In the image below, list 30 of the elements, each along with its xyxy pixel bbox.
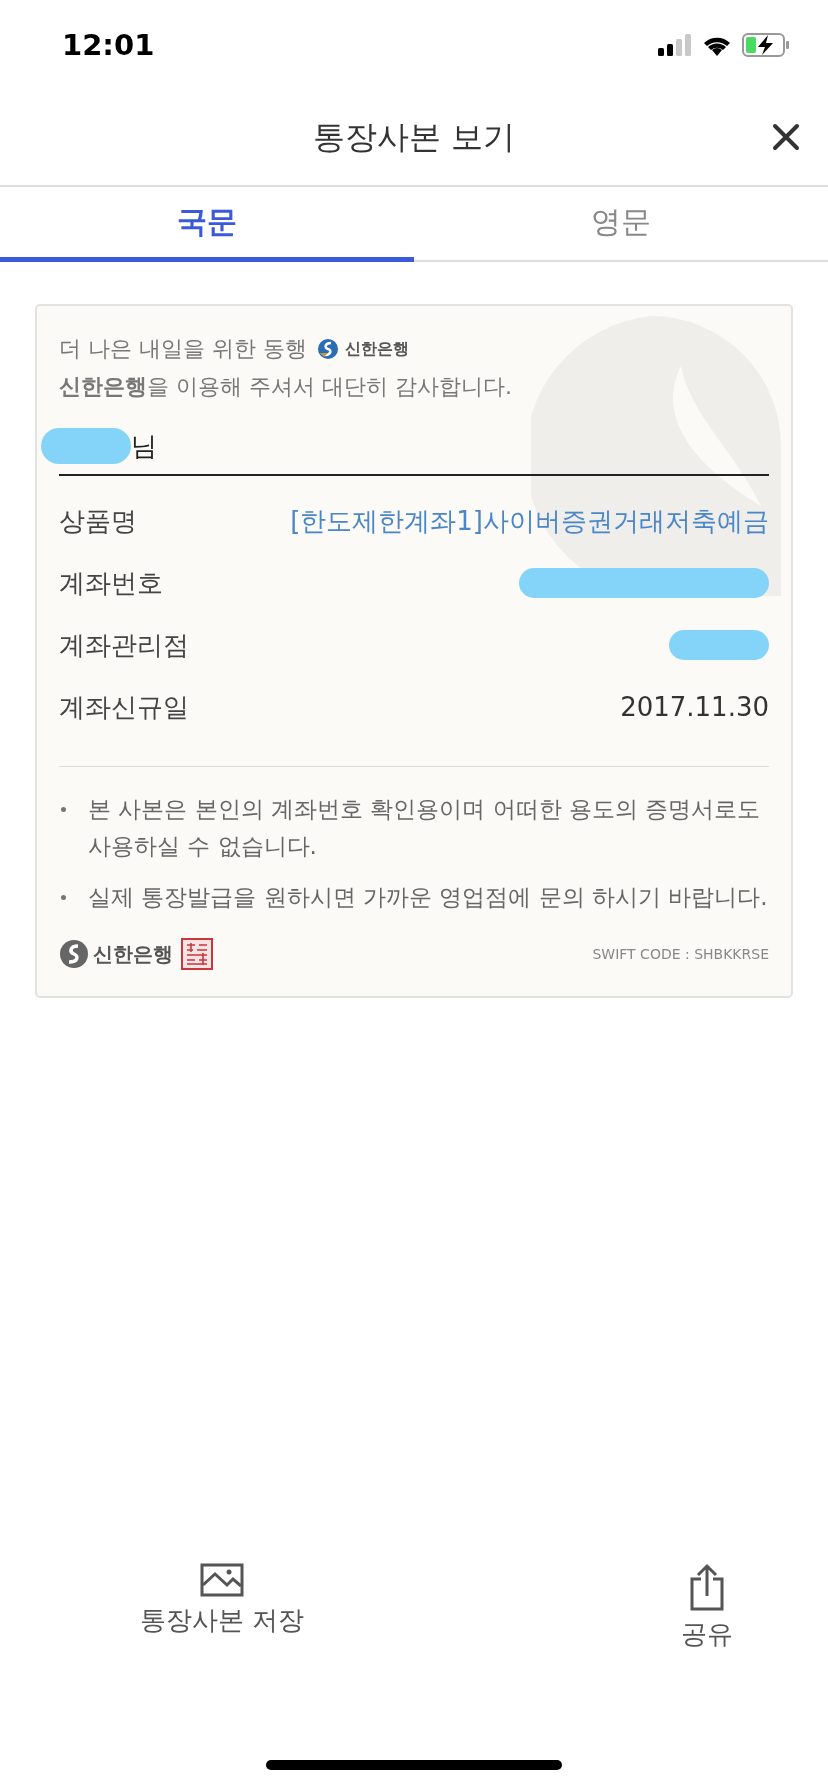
battery-icon (742, 33, 790, 57)
bank-logo-text: 신한은행 (345, 338, 409, 360)
field-value: 2017.11.30 (620, 692, 769, 722)
field-label: 상품명 (59, 504, 137, 538)
greeting-text: 신한은행을 이용해 주셔서 대단히 감사합니다. (59, 373, 513, 401)
product-name: [한도제한계좌1]사이버증권거래저축예금 (290, 504, 769, 538)
notice-text: 실제 통장발급을 원하시면 가까운 영업점에 문의 하시기 바랍니다. (88, 883, 768, 912)
status-time: 12:01 (62, 28, 155, 62)
seal-stamp-icon (181, 938, 213, 970)
bank-logo-text: 신한은행 (93, 940, 173, 968)
field-label: 계좌신규일 (59, 690, 189, 724)
swift-code: SWIFT CODE : SHBKKRSE (592, 946, 769, 962)
bank-logo-icon (59, 939, 89, 969)
field-label: 계좌번호 (59, 566, 163, 600)
field-label: 계좌관리점 (59, 628, 189, 662)
bank-logo-icon (317, 338, 339, 360)
save-image-button[interactable]: 통장사본 저장 (140, 1563, 305, 1652)
language-tab[interactable]: 국문 (0, 187, 414, 262)
language-tab[interactable]: 영문 (414, 187, 828, 262)
bullet-icon (61, 895, 66, 900)
page-title: 통장사본 보기 (312, 116, 516, 158)
share-button[interactable]: 공유 (681, 1563, 733, 1652)
close-icon[interactable] (772, 123, 800, 151)
slogan-text: 더 나은 내일을 위한 동행 (59, 335, 307, 363)
notice-text: 본 사본은 본인의 계좌번호 확인용이며 어떠한 용도의 증명서로도 사용하실 수 없습니다. (88, 795, 762, 861)
signal-icon (658, 34, 692, 56)
bullet-icon (61, 807, 66, 812)
image-icon (200, 1563, 245, 1597)
holder-name: 님 (131, 429, 157, 463)
share-icon (689, 1563, 725, 1611)
